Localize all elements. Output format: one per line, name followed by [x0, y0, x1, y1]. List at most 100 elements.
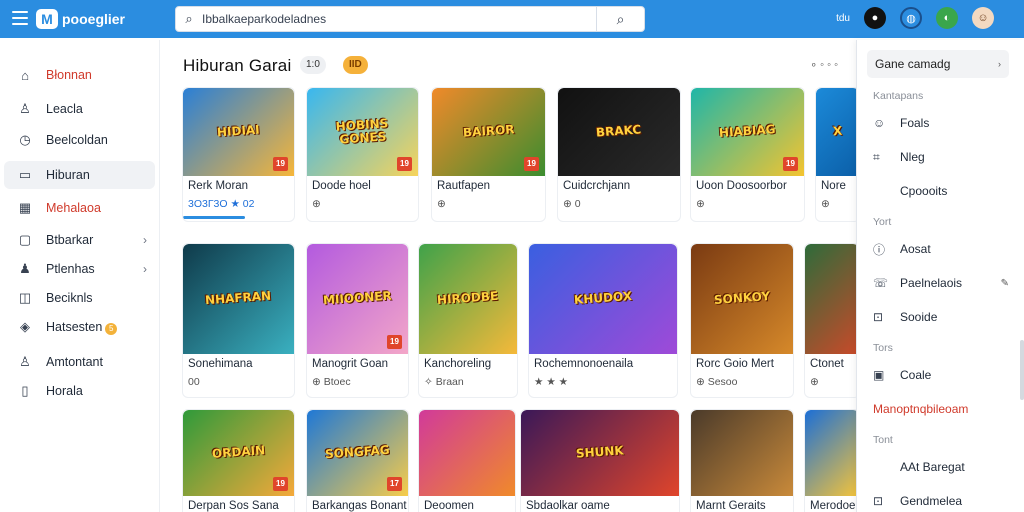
- game-meta: 3O3Г3O ★ 02: [188, 198, 255, 210]
- book-icon: ▯: [21, 383, 29, 398]
- chevron-right-icon[interactable]: ›: [143, 262, 147, 276]
- sidebar-item[interactable]: ◈ Hatsesten 5: [4, 313, 155, 341]
- sidebar-item[interactable]: ♙ Amtontant: [4, 348, 155, 376]
- game-thumbnail[interactable]: BAIROR 19: [432, 88, 545, 176]
- sidebar-item-label: Hatsesten 5: [46, 320, 118, 335]
- game-thumbnail[interactable]: X: [816, 88, 856, 176]
- game-meta: ⊕: [437, 198, 446, 210]
- game-thumbnail[interactable]: HIABIAG 19: [691, 88, 804, 176]
- game-card[interactable]: KHUDOX Rochemnonoenaila ★ ★ ★: [528, 243, 678, 398]
- game-thumbnail[interactable]: HIDIAI 19: [183, 88, 294, 176]
- more-options-icon[interactable]: ∘ ◦ ◦ ◦: [810, 58, 838, 71]
- panel-item[interactable]: Manoptnqbileoam: [873, 398, 1013, 420]
- panel-item-label: Aosat: [900, 242, 931, 256]
- search-input[interactable]: [202, 12, 596, 26]
- game-card[interactable]: HIRODBE Kanchoreling ✧ Braan: [418, 243, 518, 398]
- game-card[interactable]: Marnt Geraits: [690, 409, 794, 512]
- avatar[interactable]: ☺: [972, 7, 994, 29]
- panel-item[interactable]: ⌗ Nleg: [873, 146, 1013, 168]
- game-thumbnail[interactable]: ORDAIN 19: [183, 410, 294, 496]
- game-thumbnail[interactable]: BRAKC: [558, 88, 680, 176]
- sidebar-item[interactable]: ▦ Mehalaoa: [4, 194, 155, 222]
- game-card[interactable]: Merodoer: [804, 409, 856, 512]
- game-thumbnail[interactable]: HOBINS GONES 19: [307, 88, 418, 176]
- logo-text: рooeglier: [62, 11, 126, 27]
- game-card[interactable]: SHUNK Sbdaolkar oame: [520, 409, 680, 512]
- app-logo[interactable]: M рooeglier: [36, 9, 125, 29]
- game-thumbnail[interactable]: SONKOY: [691, 244, 793, 354]
- panel-item[interactable]: ▣ Coale: [873, 364, 1013, 386]
- sidebar-item[interactable]: ♙ Leacla: [4, 95, 155, 123]
- game-title: Uoon Doosoorbor: [696, 180, 787, 192]
- sidebar-item[interactable]: ◷ Beelcoldan: [4, 126, 155, 154]
- game-title: Merodoer: [810, 500, 856, 512]
- game-card[interactable]: BRAKC Cuidcrchjann ⊕ 0: [557, 87, 681, 222]
- panel-item[interactable]: ⊡ Sooide: [873, 306, 1013, 328]
- hd-badge[interactable]: IID: [343, 56, 368, 74]
- panel-item[interactable]: Cpoooits: [873, 180, 1013, 202]
- search-button[interactable]: ⌕: [596, 7, 644, 31]
- game-card[interactable]: ORDAIN 19 Derpan Sos Sana: [182, 409, 295, 512]
- home-icon: ⌂: [21, 67, 29, 83]
- edit-icon[interactable]: ✎: [1001, 278, 1009, 289]
- age-rating-badge: 19: [273, 477, 288, 491]
- top-right-label[interactable]: tdu: [836, 13, 850, 24]
- game-meta: ⊕ 0: [563, 198, 581, 210]
- panel-item[interactable]: ☏ Paelnelaois ✎: [873, 272, 1013, 294]
- game-card[interactable]: Ctonet ⊕: [804, 243, 856, 398]
- sidebar-item[interactable]: ◫ Beciknls: [4, 284, 155, 312]
- sidebar-item[interactable]: ⌂ Błonnan: [4, 61, 155, 89]
- game-thumbnail[interactable]: [805, 244, 856, 354]
- game-logo-text: MIIOONER: [322, 289, 393, 308]
- game-thumbnail[interactable]: [419, 410, 515, 496]
- game-card[interactable]: MIIOONER 19 Manogrit Goan ⊕ Btoec: [306, 243, 409, 398]
- sidebar-item-label: Ptlenhas: [46, 262, 95, 276]
- game-thumbnail[interactable]: SHUNK: [521, 410, 679, 496]
- game-card[interactable]: Deoomen: [418, 409, 516, 512]
- game-thumbnail[interactable]: KHUDOX: [529, 244, 677, 354]
- game-card[interactable]: X Nore ⊕: [815, 87, 856, 222]
- panel-scrollbar[interactable]: [1020, 340, 1024, 400]
- game-thumbnail[interactable]: NHAFRAN: [183, 244, 294, 354]
- main-content: Hiburan Garai 1:0 IID ∘ ◦ ◦ ◦ HIDIAI 19 Re…: [160, 40, 856, 512]
- game-card[interactable]: BAIROR 19 Rautfapen ⊕: [431, 87, 546, 222]
- panel-item[interactable]: ⓘ Aosat: [873, 238, 1013, 260]
- game-card[interactable]: SONKOY Rorc Goio Mert ⊕ Sesoo: [690, 243, 794, 398]
- game-card[interactable]: HIDIAI 19 Rerk Moran 3O3Г3O ★ 02: [182, 87, 295, 222]
- panel-item[interactable]: AAt Baregat: [873, 456, 1013, 478]
- age-rating-badge: 19: [387, 335, 402, 349]
- notification-icon[interactable]: ◐: [936, 7, 958, 29]
- game-title: Kanchoreling: [424, 358, 492, 370]
- globe-icon[interactable]: ◍: [900, 7, 922, 29]
- game-meta: ⊕: [821, 198, 830, 210]
- game-thumbnail[interactable]: HIRODBE: [419, 244, 517, 354]
- chevron-right-icon[interactable]: ›: [143, 233, 147, 247]
- category-select[interactable]: Gane camadg ›: [867, 50, 1009, 78]
- game-logo-text: ORDAIN: [211, 443, 266, 462]
- count-pill[interactable]: 1:0: [300, 56, 326, 74]
- game-card[interactable]: HOBINS GONES 19 Doode hoel ⊕: [306, 87, 419, 222]
- game-card[interactable]: HIABIAG 19 Uoon Doosoorbor ⊕: [690, 87, 805, 222]
- panel-item[interactable]: ⊡ Gendmelea: [873, 490, 1013, 512]
- sidebar-item[interactable]: ▢ Btbarkar ›: [4, 226, 155, 254]
- game-thumbnail[interactable]: MIIOONER 19: [307, 244, 408, 354]
- game-thumbnail[interactable]: [805, 410, 856, 496]
- game-card[interactable]: SONGFAG 17 Barkangas Bonant: [306, 409, 409, 512]
- sidebar-item[interactable]: ▯ Horala: [4, 377, 155, 405]
- panel-item[interactable]: ☺ Foals: [873, 112, 1013, 134]
- panel-item-label: Foals: [900, 116, 930, 130]
- panel-section-heading: Kantapans: [873, 90, 924, 102]
- dark-mode-icon[interactable]: ●: [864, 7, 886, 29]
- game-thumbnail[interactable]: SONGFAG 17: [307, 410, 408, 496]
- sidebar-item-label: Mehalaoa: [46, 201, 101, 215]
- game-thumbnail[interactable]: [691, 410, 793, 496]
- calendar-icon: ▦: [18, 200, 32, 215]
- tv-icon: ▭: [18, 167, 32, 182]
- game-title: Barkangas Bonant: [312, 500, 407, 512]
- game-card[interactable]: NHAFRAN Sonehimana 00: [182, 243, 295, 398]
- hamburger-menu-icon[interactable]: [12, 11, 28, 25]
- panel-item-label: AAt Baregat: [900, 460, 965, 474]
- chevron-right-icon: ›: [998, 59, 1001, 69]
- sidebar-item[interactable]: ▭ Hiburan: [4, 161, 155, 189]
- sidebar-item[interactable]: ♟ Ptlenhas ›: [4, 255, 155, 283]
